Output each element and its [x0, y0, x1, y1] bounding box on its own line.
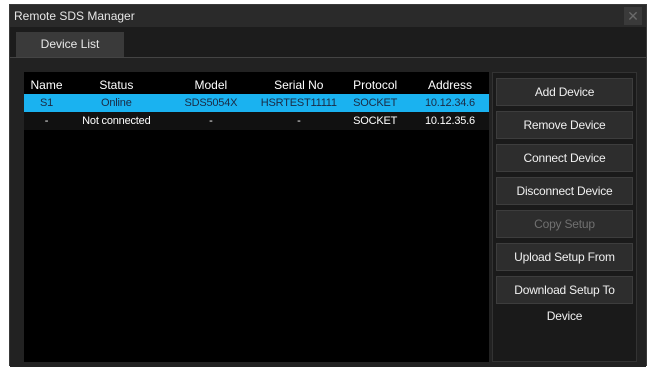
cell-status: Online — [69, 94, 164, 112]
device-table-area: Name Status Model Serial No Protocol Add… — [24, 72, 489, 362]
column-header-status[interactable]: Status — [69, 72, 164, 94]
download-setup-to-device-button[interactable]: Download Setup To Device — [496, 276, 633, 323]
table-row-selected[interactable]: S1 Online SDS5054X HSRTEST11111 SOCKET 1… — [24, 94, 489, 112]
upload-setup-from-device-button[interactable]: Upload Setup From Device — [496, 243, 633, 290]
column-header-address[interactable]: Address — [411, 72, 489, 94]
cell-model: - — [163, 112, 259, 130]
column-header-model[interactable]: Model — [164, 72, 259, 94]
cell-status: Not connected — [69, 112, 164, 130]
cell-serial: - — [258, 112, 340, 130]
add-device-button[interactable]: Add Device — [496, 78, 633, 106]
cell-address: 10.12.35.6 — [410, 112, 489, 130]
remove-device-button[interactable]: Remove Device — [496, 111, 633, 139]
cell-protocol: SOCKET — [339, 94, 411, 112]
disconnect-device-button[interactable]: Disconnect Device — [496, 177, 633, 205]
window-title: Remote SDS Manager — [14, 9, 135, 23]
cell-name: - — [24, 112, 70, 130]
close-icon[interactable]: ✕ — [624, 7, 642, 25]
title-bar: Remote SDS Manager ✕ — [10, 5, 646, 27]
tab-device-list[interactable]: Device List — [16, 32, 124, 57]
copy-setup-button: Copy Setup — [496, 210, 633, 238]
remote-sds-manager-window: Remote SDS Manager ✕ Device List Name St… — [9, 4, 647, 367]
table-header-row: Name Status Model Serial No Protocol Add… — [24, 72, 489, 94]
column-header-protocol[interactable]: Protocol — [339, 72, 410, 94]
cell-name: S1 — [24, 94, 70, 112]
column-header-serial[interactable]: Serial No — [258, 72, 339, 94]
action-button-column: Add Device Remove Device Connect Device … — [492, 72, 637, 362]
device-table: Name Status Model Serial No Protocol Add… — [24, 72, 489, 130]
device-list-panel: Name Status Model Serial No Protocol Add… — [10, 57, 646, 367]
column-header-name[interactable]: Name — [24, 72, 69, 94]
cell-serial: HSRTEST11111 — [258, 94, 340, 112]
cell-protocol: SOCKET — [339, 112, 411, 130]
cell-model: SDS5054X — [163, 94, 259, 112]
cell-address: 10.12.34.6 — [410, 94, 489, 112]
tab-bar: Device List — [10, 27, 646, 57]
connect-device-button[interactable]: Connect Device — [496, 144, 633, 172]
table-row[interactable]: - Not connected - - SOCKET 10.12.35.6 — [24, 112, 489, 130]
